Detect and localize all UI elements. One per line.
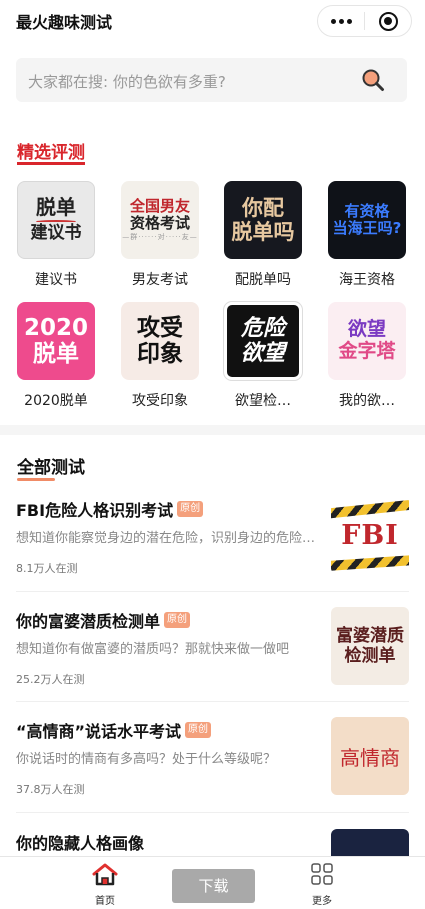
download-button[interactable]: 下载 — [172, 869, 255, 903]
featured-section-title: 精选评测 — [17, 143, 85, 163]
tile-image: 欲望 金字塔 — [328, 302, 406, 380]
item-thumbnail: 富婆潜质 检测单 — [331, 607, 409, 685]
section-divider — [0, 425, 425, 435]
bottom-tab-bar: 首页 下载 更多 — [0, 856, 425, 909]
tile-image: 全国男友 资格考试 —群······对·····友— — [121, 181, 199, 259]
tile-label: 我的欲… — [339, 393, 395, 409]
item-title-line: 你的隐藏人格画像 — [16, 830, 316, 854]
tile-image: 危险 欲望 — [223, 301, 303, 381]
dot-icon — [338, 18, 344, 24]
tile-text: 印象 — [137, 341, 183, 367]
tile-text: 金字塔 — [338, 340, 396, 362]
original-badge: 原创 — [185, 722, 212, 738]
participant-count: 8.1万人在测 — [16, 562, 78, 575]
test-list-item[interactable]: FBI危险人格识别考试 原创 想知道你能察觉身边的潜在危险，识别身边的危险人格吗… — [16, 496, 409, 597]
original-badge: 原创 — [164, 612, 191, 628]
item-title-line: 你的富婆潜质检测单 原创 — [16, 608, 316, 632]
mini-program-page: 最火趣味测试 大家都在搜: 你的色欲有多重? 精选评测 脱单 建议书 建议书 全… — [0, 0, 425, 909]
item-title-line: FBI危险人格识别考试 原创 — [16, 497, 316, 521]
row-divider — [16, 591, 409, 592]
item-title: FBI危险人格识别考试 — [16, 501, 174, 520]
featured-item-proposal[interactable]: 脱单 建议书 建议书 — [11, 181, 101, 289]
item-title: 你的富婆潜质检测单 — [16, 612, 161, 631]
all-tests-section-title: 全部测试 — [17, 458, 85, 478]
featured-item-2020[interactable]: 2020 脱单 2020脱单 — [11, 302, 101, 410]
tile-text: 当海王吗? — [332, 219, 402, 237]
row-divider — [16, 701, 409, 702]
thumb-text: FBI — [341, 519, 399, 551]
tile-label: 配脱单吗 — [235, 272, 291, 288]
tile-image: 2020 脱单 — [17, 302, 95, 380]
item-title: 你的隐藏人格画像 — [16, 834, 145, 853]
tile-text: —群······对·····友— — [122, 233, 198, 242]
home-icon — [92, 863, 118, 886]
thumb-text: 高情商 — [340, 745, 400, 770]
tile-label: 海王资格 — [339, 272, 395, 288]
tile-text: 脱单 — [33, 341, 79, 367]
featured-item-match[interactable]: 你配 脱单吗 配脱单吗 — [218, 181, 308, 289]
target-icon — [378, 11, 398, 31]
search-icon[interactable] — [361, 68, 385, 92]
item-title-line: “高情商”说话水平考试 原创 — [16, 718, 316, 742]
tile-image: 脱单 建议书 — [17, 181, 95, 259]
featured-item-player[interactable]: 有资格 当海王吗? 海王资格 — [322, 181, 412, 289]
tile-text: 欲望 — [240, 340, 285, 366]
tile-image: 你配 脱单吗 — [224, 181, 302, 259]
tile-text: 全国男友 — [129, 196, 190, 215]
search-placeholder: 大家都在搜: 你的色欲有多重? — [28, 73, 226, 91]
test-list-item[interactable]: 你的富婆潜质检测单 原创 想知道你有做富婆的潜质吗？那就快来做一做吧 25.2万… — [16, 607, 409, 708]
featured-item-impression[interactable]: 攻受 印象 攻受印象 — [115, 302, 205, 410]
section-underline — [17, 478, 55, 481]
featured-item-desire-check[interactable]: 危险 欲望 欲望检… — [218, 301, 308, 410]
thumb-text: 富婆潜质 — [336, 625, 404, 646]
featured-item-boyfriend-exam[interactable]: 全国男友 资格考试 —群······对·····友— 男友考试 — [115, 181, 205, 289]
featured-item-pyramid[interactable]: 欲望 金字塔 我的欲… — [322, 302, 412, 410]
search-bar[interactable]: 大家都在搜: 你的色欲有多重? — [16, 58, 407, 102]
tile-label: 建议书 — [35, 272, 77, 288]
participant-count: 37.8万人在测 — [16, 783, 85, 796]
row-divider — [16, 812, 409, 813]
tile-text: 你配 — [242, 194, 284, 220]
caution-tape — [331, 499, 409, 519]
tile-label: 2020脱单 — [24, 393, 88, 409]
tile-text: 有资格 — [344, 201, 390, 220]
thumb-text: 检测单 — [344, 646, 396, 666]
tab-home[interactable]: 首页 — [75, 863, 135, 907]
dot-icon — [346, 18, 352, 24]
test-list-item[interactable]: “高情商”说话水平考试 原创 你说话时的情商有多高吗？处于什么等级呢？ 37.8… — [16, 717, 409, 818]
grid-icon — [311, 863, 333, 885]
item-description: 想知道你能察觉身边的潜在危险，识别身边的危险人格吗？ — [16, 531, 316, 546]
item-thumbnail: 高情商 — [331, 717, 409, 795]
tile-text: 攻受 — [137, 314, 183, 341]
capsule-menu — [317, 5, 412, 37]
tile-text: 脱单吗 — [231, 219, 295, 244]
tile-label: 欲望检… — [235, 393, 291, 409]
tab-more[interactable]: 更多 — [292, 863, 352, 907]
tab-label: 更多 — [312, 896, 332, 907]
tile-text: 建议书 — [30, 223, 82, 244]
tile-text: 危险 — [240, 314, 285, 341]
tile-label: 男友考试 — [132, 272, 188, 288]
item-title: “高情商”说话水平考试 — [16, 722, 182, 741]
tile-text: 脱单 — [36, 195, 76, 220]
tile-text: 欲望 — [347, 318, 386, 341]
item-description: 你说话时的情商有多高吗？处于什么等级呢？ — [16, 752, 277, 767]
tab-label: 首页 — [95, 896, 115, 907]
tile-text: 资格考试 — [129, 214, 190, 232]
close-button[interactable] — [365, 6, 411, 36]
tile-text: 2020 — [23, 314, 88, 341]
section-underline — [17, 162, 85, 165]
dot-icon — [330, 18, 336, 24]
tile-image: 攻受 印象 — [121, 302, 199, 380]
nav-bar: 最火趣味测试 — [0, 0, 425, 44]
item-thumbnail: FBI — [331, 496, 409, 574]
participant-count: 25.2万人在测 — [16, 673, 85, 686]
caution-tape — [331, 554, 409, 572]
original-badge: 原创 — [177, 501, 204, 517]
more-options-button[interactable] — [318, 6, 364, 36]
tile-label: 攻受印象 — [132, 393, 188, 409]
item-description: 想知道你有做富婆的潜质吗？那就快来做一做吧 — [16, 642, 290, 657]
page-title: 最火趣味测试 — [16, 13, 113, 32]
tile-image: 有资格 当海王吗? — [328, 181, 406, 259]
